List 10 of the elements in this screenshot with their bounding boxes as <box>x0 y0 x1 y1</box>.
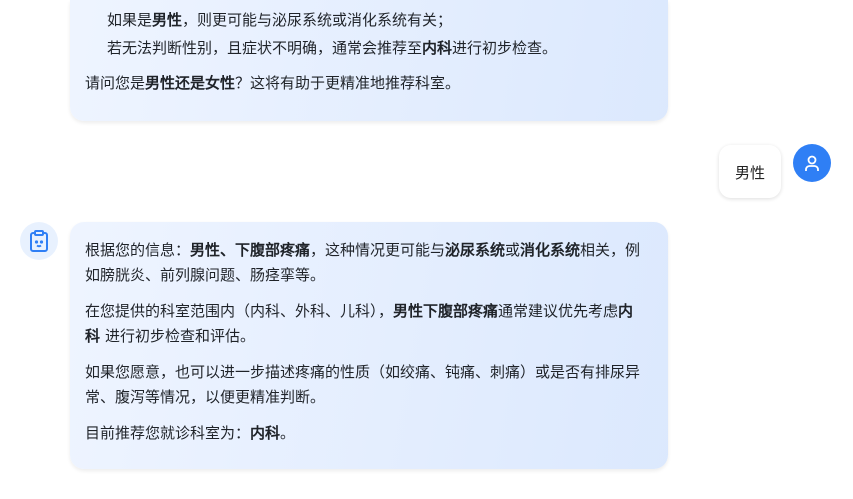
message-paragraph: 目前推荐您就诊科室为：内科。 <box>85 423 296 444</box>
user-icon <box>804 154 820 172</box>
user-message: 男性 <box>719 145 781 198</box>
message-paragraph: 根据您的信息：男性、下腹部疼痛，这种情况更可能与泌尿系统或消化系统相关，例如膀胱炎、前列腺问题、肠痉挛等。 <box>85 240 641 286</box>
message-paragraph: 如果您愿意，也可以进一步描述疼痛的性质（如绞痛、钝痛、刺痛）或是否有排尿异常、腹泻等情况，以便更精准判断。 <box>85 362 641 408</box>
list-item-text: 若无法判断性别，且症状不明确，通常会推荐至内科进行初步检查。 <box>106 38 558 59</box>
message-paragraph: 在您提供的科室范围内（内科、外科、儿科），男性下腹部疼痛通常建议优先考虑内科 进行初步检查和评估。 <box>85 301 634 347</box>
list-item-text: 如果是男性，则更可能与泌尿系统或消化系统有关； <box>106 10 453 31</box>
message-paragraph: 请问您是男性还是女性？这将有助于更精准地推荐科室。 <box>85 73 461 94</box>
clipboard-face-icon <box>29 230 49 252</box>
